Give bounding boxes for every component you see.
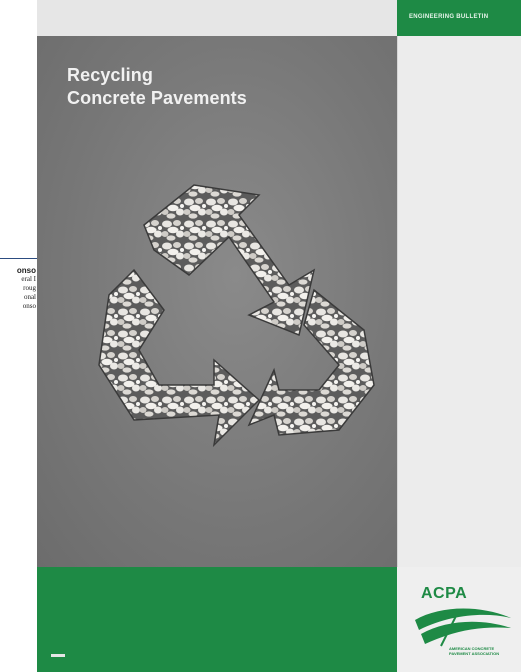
cover-title: Recycling Concrete Pavements: [67, 64, 247, 110]
adjacent-page-fragment: onso eral I roug onal onso: [0, 0, 37, 672]
fragment-line: onal: [23, 293, 36, 301]
title-line-2: Concrete Pavements: [67, 88, 247, 108]
recycle-icon: [98, 184, 375, 448]
divider-rule: [0, 258, 37, 259]
footer-mark: [51, 654, 65, 657]
document-cover: Recycling Concrete Pavements: [37, 0, 397, 672]
fragment-line: eral I: [21, 275, 36, 283]
title-line-1: Recycling: [67, 65, 153, 85]
fragment-text: onso eral I roug onal onso: [0, 266, 37, 311]
fragment-line: onso: [16, 266, 36, 275]
back-cover: ENGINEERING BULLETIN ACPA AMERICAN CONCR…: [397, 0, 521, 672]
acpa-logo-icon: [415, 608, 511, 647]
back-panel: [397, 36, 521, 567]
org-line: PAVEMENT ASSOCIATION: [449, 651, 500, 656]
fragment-line: roug: [23, 284, 36, 292]
acpa-org-name: AMERICAN CONCRETE PAVEMENT ASSOCIATION: [449, 646, 513, 656]
cover-green-band: [37, 567, 397, 672]
cover-top-strip: [37, 0, 397, 36]
back-header-strip: ENGINEERING BULLETIN: [397, 0, 521, 36]
series-label: ENGINEERING BULLETIN: [409, 14, 489, 20]
fragment-line: onso: [22, 302, 36, 310]
